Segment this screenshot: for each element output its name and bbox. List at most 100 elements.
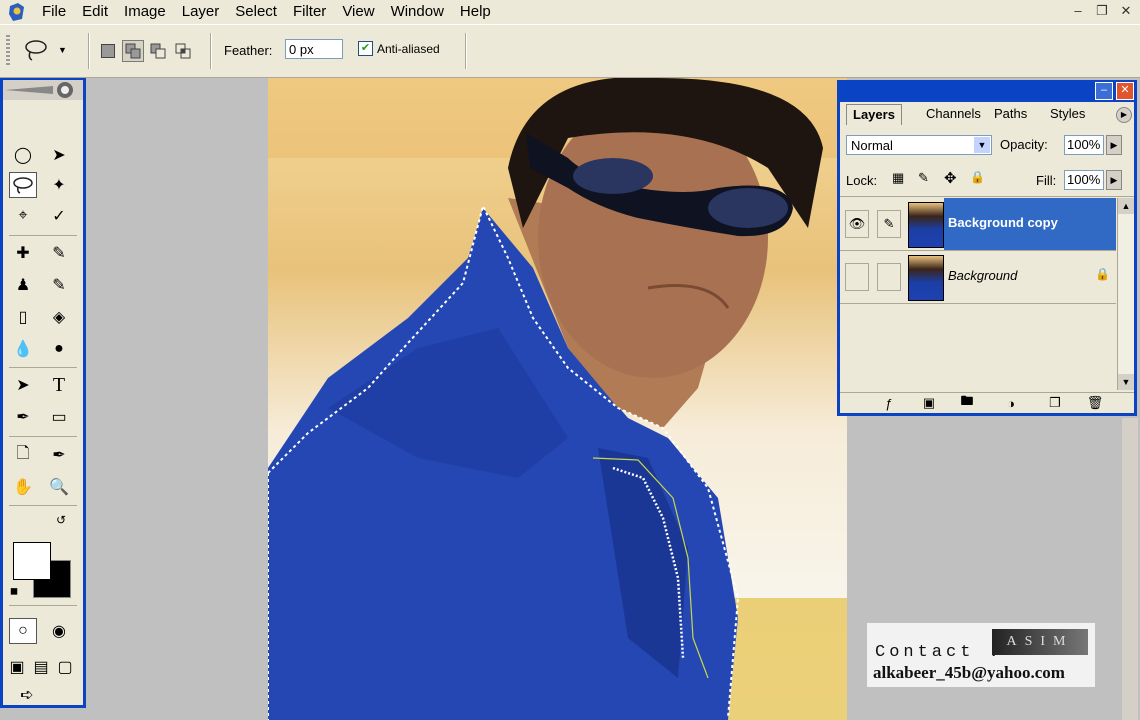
feather-label: Feather: — [224, 43, 273, 58]
anti-aliased-checkbox[interactable]: ✔ — [358, 41, 373, 56]
photoshop-app-icon[interactable] — [6, 2, 28, 22]
toolbox-body: ◯ ➤ ✦ ⌖ ✓ ✚ ✎ ♟ ✎ ▯ ◈ 💧 ● ➤ T ✒ ▭ 🗋 ✒ ✋ … — [3, 100, 83, 705]
scroll-down-icon[interactable]: ▼ — [1118, 374, 1134, 390]
menu-edit[interactable]: Edit — [74, 0, 116, 24]
trash-icon[interactable]: 🗑 — [1086, 395, 1104, 411]
crop-tool-icon[interactable]: ⌖ — [9, 203, 37, 229]
brush-icon[interactable]: ✎ — [877, 210, 901, 238]
elliptical-marquee-tool-icon[interactable]: ◯ — [9, 142, 37, 168]
menu-select[interactable]: Select — [227, 0, 285, 24]
layer-row[interactable]: Background 🔒 — [840, 251, 1116, 304]
lock-image-icon[interactable]: ✎ — [918, 170, 929, 186]
close-icon[interactable]: ✕ — [1116, 2, 1136, 20]
eye-icon[interactable]: 👁 — [845, 210, 869, 238]
paint-bucket-tool-icon[interactable]: ◈ — [45, 304, 73, 330]
adobe-eye-logo-icon — [5, 82, 73, 98]
dodge-tool-icon[interactable]: ● — [45, 336, 73, 362]
full-screen-menu-mode-icon[interactable]: ▤ — [29, 654, 53, 680]
eye-icon[interactable] — [845, 263, 869, 291]
opacity-slider-arrow-icon[interactable]: ▶ — [1106, 135, 1122, 155]
menu-help[interactable]: Help — [452, 0, 499, 24]
swap-colors-icon[interactable]: ↺ — [53, 512, 69, 528]
healing-brush-tool-icon[interactable]: ✚ — [9, 240, 37, 266]
layers-palette-body: Layers Channels Paths Styles ▶ Normal ▼ … — [840, 102, 1134, 413]
blur-tool-icon[interactable]: 💧 — [9, 336, 37, 362]
eyedropper-tool-icon[interactable]: ✒ — [45, 442, 73, 468]
lock-transparency-icon[interactable]: ▦ — [892, 170, 904, 186]
add-to-selection-icon[interactable] — [122, 40, 144, 62]
fill-slider-arrow-icon[interactable]: ▶ — [1106, 170, 1122, 190]
menu-view[interactable]: View — [334, 0, 382, 24]
hand-tool-icon[interactable]: ✋ — [9, 474, 37, 500]
anti-aliased-label: Anti-aliased — [377, 42, 440, 56]
menu-window[interactable]: Window — [383, 0, 452, 24]
layer-name-cell[interactable]: Background copy — [944, 198, 1116, 250]
history-brush-tool-icon[interactable]: ✎ — [45, 272, 73, 298]
layer-row[interactable]: 👁 ✎ Background copy — [840, 198, 1116, 251]
add-layer-mask-icon[interactable]: ▣ — [920, 395, 938, 411]
clone-stamp-tool-icon[interactable]: ♟ — [9, 272, 37, 298]
options-bar-grip[interactable] — [6, 35, 10, 67]
magic-wand-tool-icon[interactable]: ✦ — [45, 172, 73, 198]
slice-tool-icon[interactable]: ✓ — [45, 203, 73, 229]
blend-mode-value: Normal — [851, 138, 893, 153]
menu-file[interactable]: File — [34, 0, 74, 24]
zoom-tool-icon[interactable]: 🔍 — [45, 474, 73, 500]
tab-paths[interactable]: Paths — [988, 104, 1033, 124]
feather-input[interactable] — [285, 39, 343, 59]
opacity-label: Opacity: — [1000, 137, 1048, 152]
scroll-up-icon[interactable]: ▲ — [1118, 198, 1134, 214]
restore-icon[interactable]: ❐ — [1092, 2, 1112, 20]
menu-filter[interactable]: Filter — [285, 0, 334, 24]
add-layer-style-icon[interactable]: ƒ — [880, 395, 898, 411]
opacity-input[interactable]: 100% — [1064, 135, 1104, 155]
brush-tool-icon[interactable]: ✎ — [45, 240, 73, 266]
brush-icon[interactable] — [877, 263, 901, 291]
full-screen-mode-icon[interactable]: ▢ — [53, 654, 77, 680]
workspace-scrollbar[interactable] — [1122, 418, 1138, 720]
subtract-from-selection-icon[interactable] — [147, 40, 169, 62]
document-canvas[interactable] — [268, 78, 847, 720]
notes-tool-icon[interactable]: 🗋 — [9, 442, 37, 468]
layers-scrollbar[interactable]: ▲ ▼ — [1117, 198, 1134, 390]
new-adjustment-layer-icon[interactable]: ◑ — [1002, 395, 1020, 411]
quick-mask-mode-icon[interactable]: ◉ — [45, 618, 73, 644]
blend-mode-select[interactable]: Normal ▼ — [846, 135, 992, 155]
palette-minimize-icon[interactable]: – — [1095, 82, 1113, 100]
tab-styles[interactable]: Styles — [1044, 104, 1091, 124]
menu-image[interactable]: Image — [116, 0, 174, 24]
rectangle-tool-icon[interactable]: ▭ — [45, 404, 73, 430]
tab-layers[interactable]: Layers — [846, 104, 902, 125]
divider — [210, 33, 212, 69]
divider — [88, 33, 90, 69]
type-tool-icon[interactable]: T — [45, 372, 73, 398]
palette-close-icon[interactable]: ✕ — [1116, 82, 1134, 100]
minimize-icon[interactable]: – — [1068, 2, 1088, 20]
lock-icon: 🔒 — [1095, 267, 1110, 281]
divider — [465, 33, 467, 69]
path-selection-tool-icon[interactable]: ➤ — [9, 372, 37, 398]
standard-screen-mode-icon[interactable]: ▣ — [5, 654, 29, 680]
tool-preset-picker[interactable]: ▼ — [22, 35, 78, 65]
lock-position-icon[interactable]: ✥ — [944, 169, 957, 187]
eraser-tool-icon[interactable]: ▯ — [9, 304, 37, 330]
palette-menu-icon[interactable]: ▶ — [1116, 107, 1132, 123]
new-selection-icon[interactable] — [97, 40, 119, 62]
toolbox-divider — [9, 605, 77, 606]
menu-layer[interactable]: Layer — [174, 0, 228, 24]
pen-tool-icon[interactable]: ✒ — [9, 404, 37, 430]
lasso-tool-icon[interactable] — [9, 172, 37, 198]
move-tool-icon[interactable]: ➤ — [45, 142, 73, 168]
fill-input[interactable]: 100% — [1064, 170, 1104, 190]
foreground-color-swatch[interactable] — [13, 542, 51, 580]
new-layer-set-icon[interactable]: 🖿 — [958, 393, 976, 411]
layer-name-cell[interactable]: Background 🔒 — [944, 251, 1116, 303]
new-layer-icon[interactable]: ❐ — [1046, 395, 1064, 411]
standard-mode-icon[interactable]: ○ — [9, 618, 37, 644]
jump-to-imageready-icon[interactable]: ➪ — [9, 682, 45, 708]
lock-all-icon[interactable]: 🔒 — [970, 170, 985, 184]
default-colors-icon[interactable]: ◼ — [7, 584, 21, 598]
tab-channels[interactable]: Channels — [920, 104, 987, 124]
toolbox-header[interactable] — [3, 80, 83, 100]
intersect-selection-icon[interactable] — [172, 40, 194, 62]
